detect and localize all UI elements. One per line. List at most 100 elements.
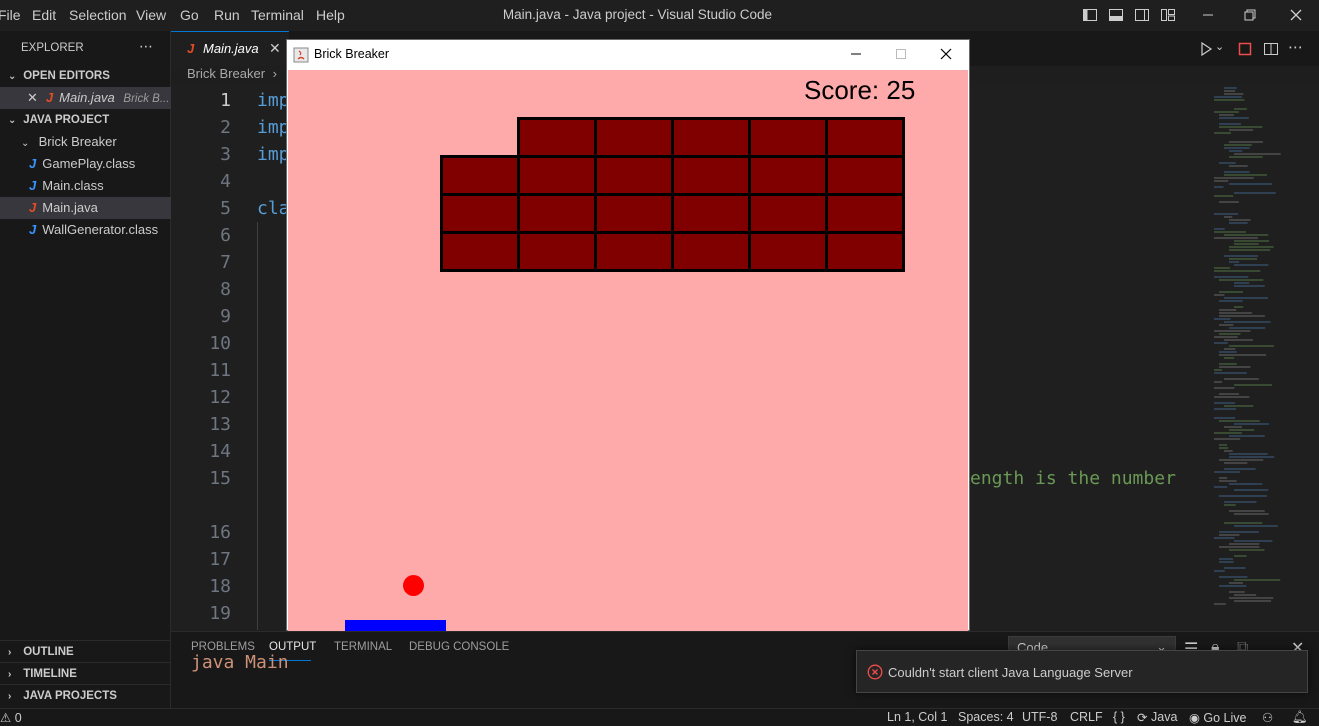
- chevron-right-icon: ›: [8, 691, 12, 702]
- folder-label: Brick Breaker: [38, 134, 117, 149]
- explorer-sidebar: EXPLORER ⋯ ⌄ OPEN EDITORS ✕ J Main.java Br…: [0, 31, 171, 708]
- brick: [825, 193, 905, 234]
- line-number: 8: [220, 279, 231, 300]
- brick-breaker-window[interactable]: Brick Breaker Score: 25: [286, 39, 970, 631]
- language-mode[interactable]: Java: [1151, 710, 1177, 724]
- code-keyword: imp: [257, 144, 290, 165]
- run-icon[interactable]: [1198, 41, 1214, 57]
- code-keyword: cla: [257, 198, 290, 219]
- file-gameplay-class[interactable]: J GamePlay.class: [0, 153, 171, 175]
- project-section[interactable]: ⌄ JAVA PROJECT: [0, 109, 171, 131]
- error-notification[interactable]: Couldn't start client Java Language Serv…: [856, 650, 1308, 693]
- breadcrumb-folder[interactable]: Brick Breaker: [187, 66, 265, 81]
- file-main-java[interactable]: J Main.java: [0, 197, 171, 219]
- minimize-icon[interactable]: [1200, 7, 1216, 23]
- close-tab-icon[interactable]: ✕: [269, 40, 281, 57]
- java-projects-section[interactable]: › JAVA PROJECTS: [0, 684, 171, 706]
- file-label: Main.class: [42, 178, 104, 193]
- chevron-down-icon: ⌄: [8, 115, 17, 126]
- java-file-icon: J: [45, 90, 54, 105]
- line-number: 17: [209, 549, 231, 570]
- file-main-class[interactable]: J Main.class: [0, 175, 171, 197]
- ball: [403, 575, 424, 596]
- folder-brick-breaker[interactable]: ⌄ Brick Breaker: [0, 131, 171, 153]
- open-editor-filename: Main.java: [59, 90, 115, 105]
- timeline-section[interactable]: › TIMELINE: [0, 662, 171, 684]
- line-number: 15: [209, 468, 231, 489]
- error-icon: [867, 664, 883, 680]
- line-number: 3: [220, 144, 231, 165]
- chevron-right-icon: ›: [8, 647, 12, 658]
- chevron-down-icon: ⌄: [8, 71, 17, 82]
- toggle-primary-sidebar-icon[interactable]: [1082, 7, 1098, 23]
- close-icon[interactable]: [939, 47, 953, 61]
- java-app-icon: [293, 47, 309, 63]
- brick: [517, 231, 597, 272]
- minimize-icon[interactable]: [849, 47, 863, 61]
- file-wallgenerator-class[interactable]: J WallGenerator.class: [0, 219, 171, 241]
- outline-label: OUTLINE: [23, 646, 74, 658]
- chevron-down-icon[interactable]: ⌄: [1215, 40, 1224, 53]
- brick: [594, 193, 674, 234]
- close-window-icon[interactable]: [1288, 7, 1304, 23]
- accounts-icon[interactable]: ⚇: [1262, 710, 1273, 725]
- line-number: 19: [209, 603, 231, 624]
- code-keyword: imp: [257, 90, 290, 111]
- java-class-icon: J: [29, 222, 37, 237]
- problems-status[interactable]: ⚠ 0: [0, 710, 22, 725]
- brick: [594, 231, 674, 272]
- broadcast-icon: ◉: [1189, 711, 1200, 725]
- bell-icon[interactable]: 🔔︎: [1292, 710, 1308, 725]
- encoding-status[interactable]: UTF-8: [1022, 710, 1057, 724]
- more-actions-icon[interactable]: ⋯: [139, 38, 153, 55]
- game-window-titlebar[interactable]: Brick Breaker: [287, 40, 969, 70]
- stop-icon[interactable]: [1237, 41, 1253, 57]
- chevron-right-icon: ›: [8, 669, 12, 680]
- brick: [671, 155, 751, 196]
- java-file-icon: J: [29, 200, 37, 215]
- restore-icon[interactable]: [1242, 7, 1258, 23]
- line-number: 13: [209, 414, 231, 435]
- go-live-label: Go Live: [1203, 711, 1247, 725]
- panel-tab-terminal[interactable]: TERMINAL: [334, 641, 392, 653]
- minimap[interactable]: [1208, 86, 1308, 626]
- java-projects-label: JAVA PROJECTS: [23, 690, 117, 702]
- line-number: 11: [209, 360, 231, 381]
- tab-main-java[interactable]: J Main.java ✕: [171, 31, 289, 66]
- panel-tab-debug-console[interactable]: DEBUG CONSOLE: [409, 641, 509, 653]
- brick: [594, 117, 674, 158]
- line-number: 10: [209, 333, 231, 354]
- code-keyword: imp: [257, 117, 290, 138]
- chevron-down-icon: ⌄: [21, 138, 30, 149]
- file-label: GamePlay.class: [42, 156, 136, 171]
- line-number: 9: [220, 306, 231, 327]
- breadcrumb[interactable]: Brick Breaker ›: [187, 66, 277, 86]
- outline-section[interactable]: › OUTLINE: [0, 640, 171, 662]
- brick: [517, 193, 597, 234]
- line-number: 4: [220, 171, 231, 192]
- timeline-label: TIMELINE: [23, 668, 77, 680]
- eol-status[interactable]: CRLF: [1070, 710, 1103, 724]
- indentation-status[interactable]: Spaces: 4: [958, 710, 1014, 724]
- paddle[interactable]: [345, 620, 446, 631]
- open-editors-section[interactable]: ⌄ OPEN EDITORS: [0, 65, 171, 87]
- braces-icon[interactable]: { }: [1113, 710, 1125, 724]
- toggle-secondary-sidebar-icon[interactable]: [1134, 7, 1150, 23]
- toggle-panel-icon[interactable]: [1108, 7, 1124, 23]
- brick: [748, 117, 828, 158]
- cursor-position[interactable]: Ln 1, Col 1: [887, 710, 947, 724]
- line-number: 7: [220, 252, 231, 273]
- more-actions-icon[interactable]: ⋯: [1288, 38, 1303, 56]
- maximize-icon[interactable]: [894, 47, 908, 61]
- split-editor-icon[interactable]: [1263, 41, 1279, 57]
- chevron-right-icon: ›: [272, 66, 277, 81]
- customize-layout-icon[interactable]: [1160, 7, 1176, 23]
- project-label: JAVA PROJECT: [23, 114, 110, 126]
- close-icon[interactable]: ✕: [27, 90, 38, 105]
- file-label: Main.java: [42, 200, 98, 215]
- brick: [671, 117, 751, 158]
- open-editor-item-main[interactable]: ✕ J Main.java Brick B...: [0, 87, 171, 109]
- go-live-button[interactable]: ◉ Go Live: [1189, 710, 1247, 725]
- brick: [517, 117, 597, 158]
- game-canvas[interactable]: Score: 25: [288, 70, 968, 631]
